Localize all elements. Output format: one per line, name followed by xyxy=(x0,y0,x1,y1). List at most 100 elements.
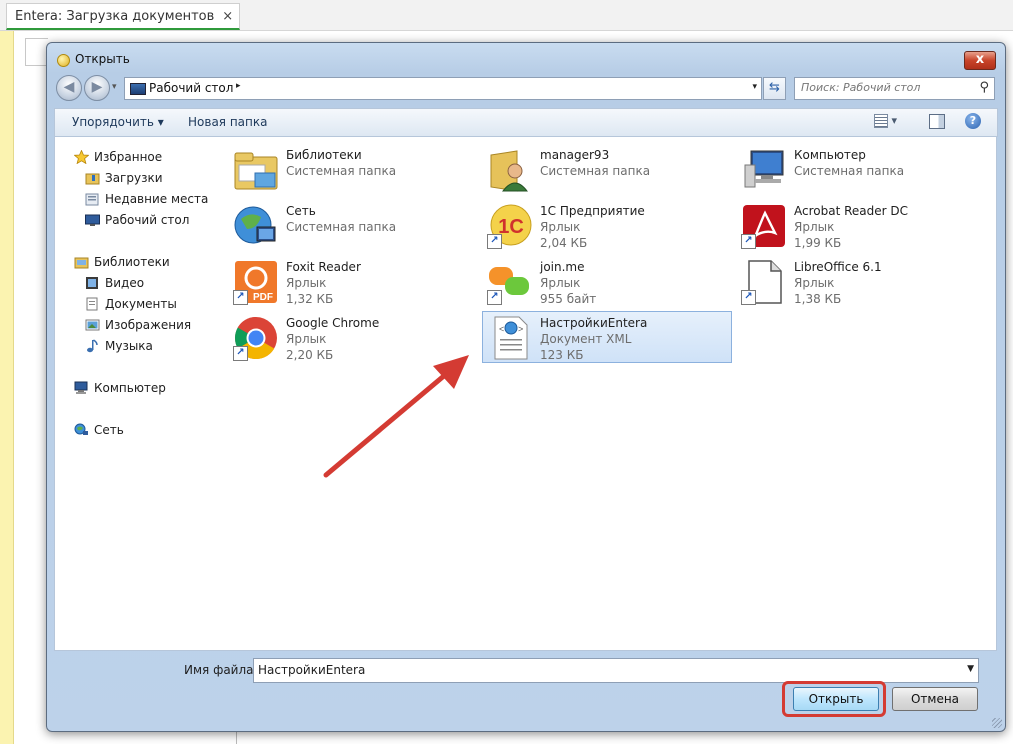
file-name: manager93 xyxy=(540,148,610,162)
file-name: join.me xyxy=(540,260,585,274)
tab-close-icon[interactable]: × xyxy=(222,9,233,24)
file-type: Системная папка xyxy=(540,164,651,178)
file-type: Системная папка xyxy=(794,164,905,178)
list-item[interactable]: Компьютер Системная папка xyxy=(737,144,987,196)
file-type: Системная папка xyxy=(286,164,397,178)
forward-button[interactable]: ▶ xyxy=(84,75,110,101)
file-name: Библиотеки xyxy=(286,148,362,162)
open-file-dialog: Открыть x ◀ ▶ ▾ Рабочий стол ▸ ▾ ⇆ ⚲ Упо… xyxy=(46,42,1006,732)
nav-item-label: Изображения xyxy=(105,318,192,332)
list-item[interactable]: Сеть Системная папка xyxy=(229,200,479,252)
list-item[interactable]: manager93 Системная папка xyxy=(483,144,733,196)
list-item[interactable]: ↗ Acrobat Reader DC Ярлык 1,99 КБ xyxy=(737,200,987,252)
dialog-app-icon xyxy=(57,54,70,67)
cancel-button[interactable]: Отмена xyxy=(892,687,978,711)
nav-network-label: Сеть xyxy=(94,423,124,437)
search-box[interactable]: ⚲ xyxy=(794,77,995,100)
nav-item-music[interactable]: Музыка xyxy=(85,339,153,353)
chrome-icon: ↗ xyxy=(233,315,279,361)
search-icon[interactable]: ⚲ xyxy=(979,80,989,95)
filename-input[interactable] xyxy=(254,659,962,680)
star-icon xyxy=(73,149,90,165)
app-tab-bar: Entera: Загрузка документов × xyxy=(0,0,1013,31)
file-name: Google Chrome xyxy=(286,316,380,330)
list-item[interactable]: ↗ join.me Ярлык 955 байт xyxy=(483,256,733,308)
music-icon xyxy=(85,339,100,353)
address-dropdown-icon[interactable]: ▾ xyxy=(752,82,757,92)
network-icon xyxy=(74,423,89,437)
acrobat-icon: ↗ xyxy=(741,203,787,249)
organize-button[interactable]: Упорядочить ▾ xyxy=(72,115,164,129)
file-size: 1,99 КБ xyxy=(794,236,842,250)
shortcut-arrow-icon: ↗ xyxy=(487,290,502,305)
nav-item-pictures[interactable]: Изображения xyxy=(85,318,191,332)
file-name: LibreOffice 6.1 xyxy=(794,260,882,274)
nav-item-recent-places[interactable]: Недавние места xyxy=(85,192,208,206)
file-name: Acrobat Reader DC xyxy=(794,204,908,218)
file-type: Ярлык xyxy=(540,220,581,234)
nav-favorites[interactable]: Избранное xyxy=(73,149,162,165)
list-item[interactable]: Библиотеки Системная папка xyxy=(229,144,479,196)
app-side-panel xyxy=(0,31,14,744)
address-bar[interactable]: Рабочий стол ▸ ▾ xyxy=(124,77,762,100)
file-size: 1,38 КБ xyxy=(794,292,842,306)
list-item[interactable]: 1С ↗ 1С Предприятие Ярлык 2,04 КБ xyxy=(483,200,733,252)
foxit-icon: PDF ↗ xyxy=(233,259,279,305)
preview-pane-icon[interactable] xyxy=(929,114,945,129)
shortcut-arrow-icon: ↗ xyxy=(487,234,502,249)
list-item-selected[interactable]: < > НастройкиEntera Документ XML 123 КБ xyxy=(482,311,732,363)
downloads-folder-icon xyxy=(85,171,100,185)
file-type: Ярлык xyxy=(286,332,327,346)
filename-combo[interactable]: ▼ xyxy=(253,658,979,683)
svg-text:>: > xyxy=(518,324,523,334)
file-size: 123 КБ xyxy=(540,348,584,362)
breadcrumb-desktop[interactable]: Рабочий стол xyxy=(149,81,233,95)
file-type: Ярлык xyxy=(286,276,327,290)
help-icon[interactable]: ? xyxy=(965,113,981,129)
file-name: НастройкиEntera xyxy=(540,316,648,330)
back-button[interactable]: ◀ xyxy=(56,75,82,101)
list-item[interactable]: PDF ↗ Foxit Reader Ярлык 1,32 КБ xyxy=(229,256,479,308)
file-list-pane: Библиотеки Системная папка manager93 Сис… xyxy=(214,136,997,651)
resize-grip[interactable] xyxy=(992,718,1002,728)
nav-computer[interactable]: Компьютер xyxy=(74,381,166,395)
list-item[interactable]: ↗ LibreOffice 6.1 Ярлык 1,38 КБ xyxy=(737,256,987,308)
shortcut-arrow-icon: ↗ xyxy=(233,290,248,305)
nav-network[interactable]: Сеть xyxy=(74,423,124,437)
file-type: Документ XML xyxy=(540,332,632,346)
change-view-button[interactable]: ▾ xyxy=(874,114,904,131)
recent-locations-dropdown-icon[interactable]: ▾ xyxy=(112,82,117,92)
file-type: Системная папка xyxy=(286,220,397,234)
file-size: 1,32 КБ xyxy=(286,292,334,306)
new-folder-button[interactable]: Новая папка xyxy=(188,115,267,129)
libreoffice-icon: ↗ xyxy=(741,259,787,305)
svg-text:1С: 1С xyxy=(498,216,524,238)
dialog-titlebar[interactable]: Открыть x xyxy=(47,43,1005,75)
app-background-frame xyxy=(25,38,48,66)
nav-item-downloads[interactable]: Загрузки xyxy=(85,171,163,185)
nav-item-video[interactable]: Видео xyxy=(85,276,144,290)
1c-icon: 1С ↗ xyxy=(487,203,533,249)
svg-text:PDF: PDF xyxy=(253,292,273,303)
shortcut-arrow-icon: ↗ xyxy=(233,346,248,361)
tab-entera-upload[interactable]: Entera: Загрузка документов × xyxy=(6,3,241,30)
tab-title: Entera: Загрузка документов xyxy=(15,8,215,24)
desktop-icon xyxy=(130,83,146,95)
nav-item-label: Загрузки xyxy=(105,171,163,185)
refresh-button[interactable]: ⇆ xyxy=(763,77,786,100)
close-button[interactable]: x xyxy=(964,51,996,70)
list-item[interactable]: ↗ Google Chrome Ярлык 2,20 КБ xyxy=(229,312,479,364)
breadcrumb-chevron-icon[interactable]: ▸ xyxy=(236,81,241,91)
nav-libraries[interactable]: Библиотеки xyxy=(74,255,170,269)
shortcut-arrow-icon: ↗ xyxy=(741,234,756,249)
open-button[interactable]: Открыть xyxy=(793,687,879,711)
nav-item-documents[interactable]: Документы xyxy=(85,297,177,311)
nav-item-desktop[interactable]: Рабочий стол xyxy=(85,213,189,227)
video-icon xyxy=(85,276,100,290)
navigation-pane: Избранное Загрузки Недавние места Рабочи… xyxy=(54,136,215,651)
file-size: 955 байт xyxy=(540,292,597,306)
filename-dropdown-icon[interactable]: ▼ xyxy=(967,664,974,674)
search-input[interactable] xyxy=(795,78,977,97)
file-name: 1С Предприятие xyxy=(540,204,645,218)
dialog-title: Открыть xyxy=(75,52,130,66)
